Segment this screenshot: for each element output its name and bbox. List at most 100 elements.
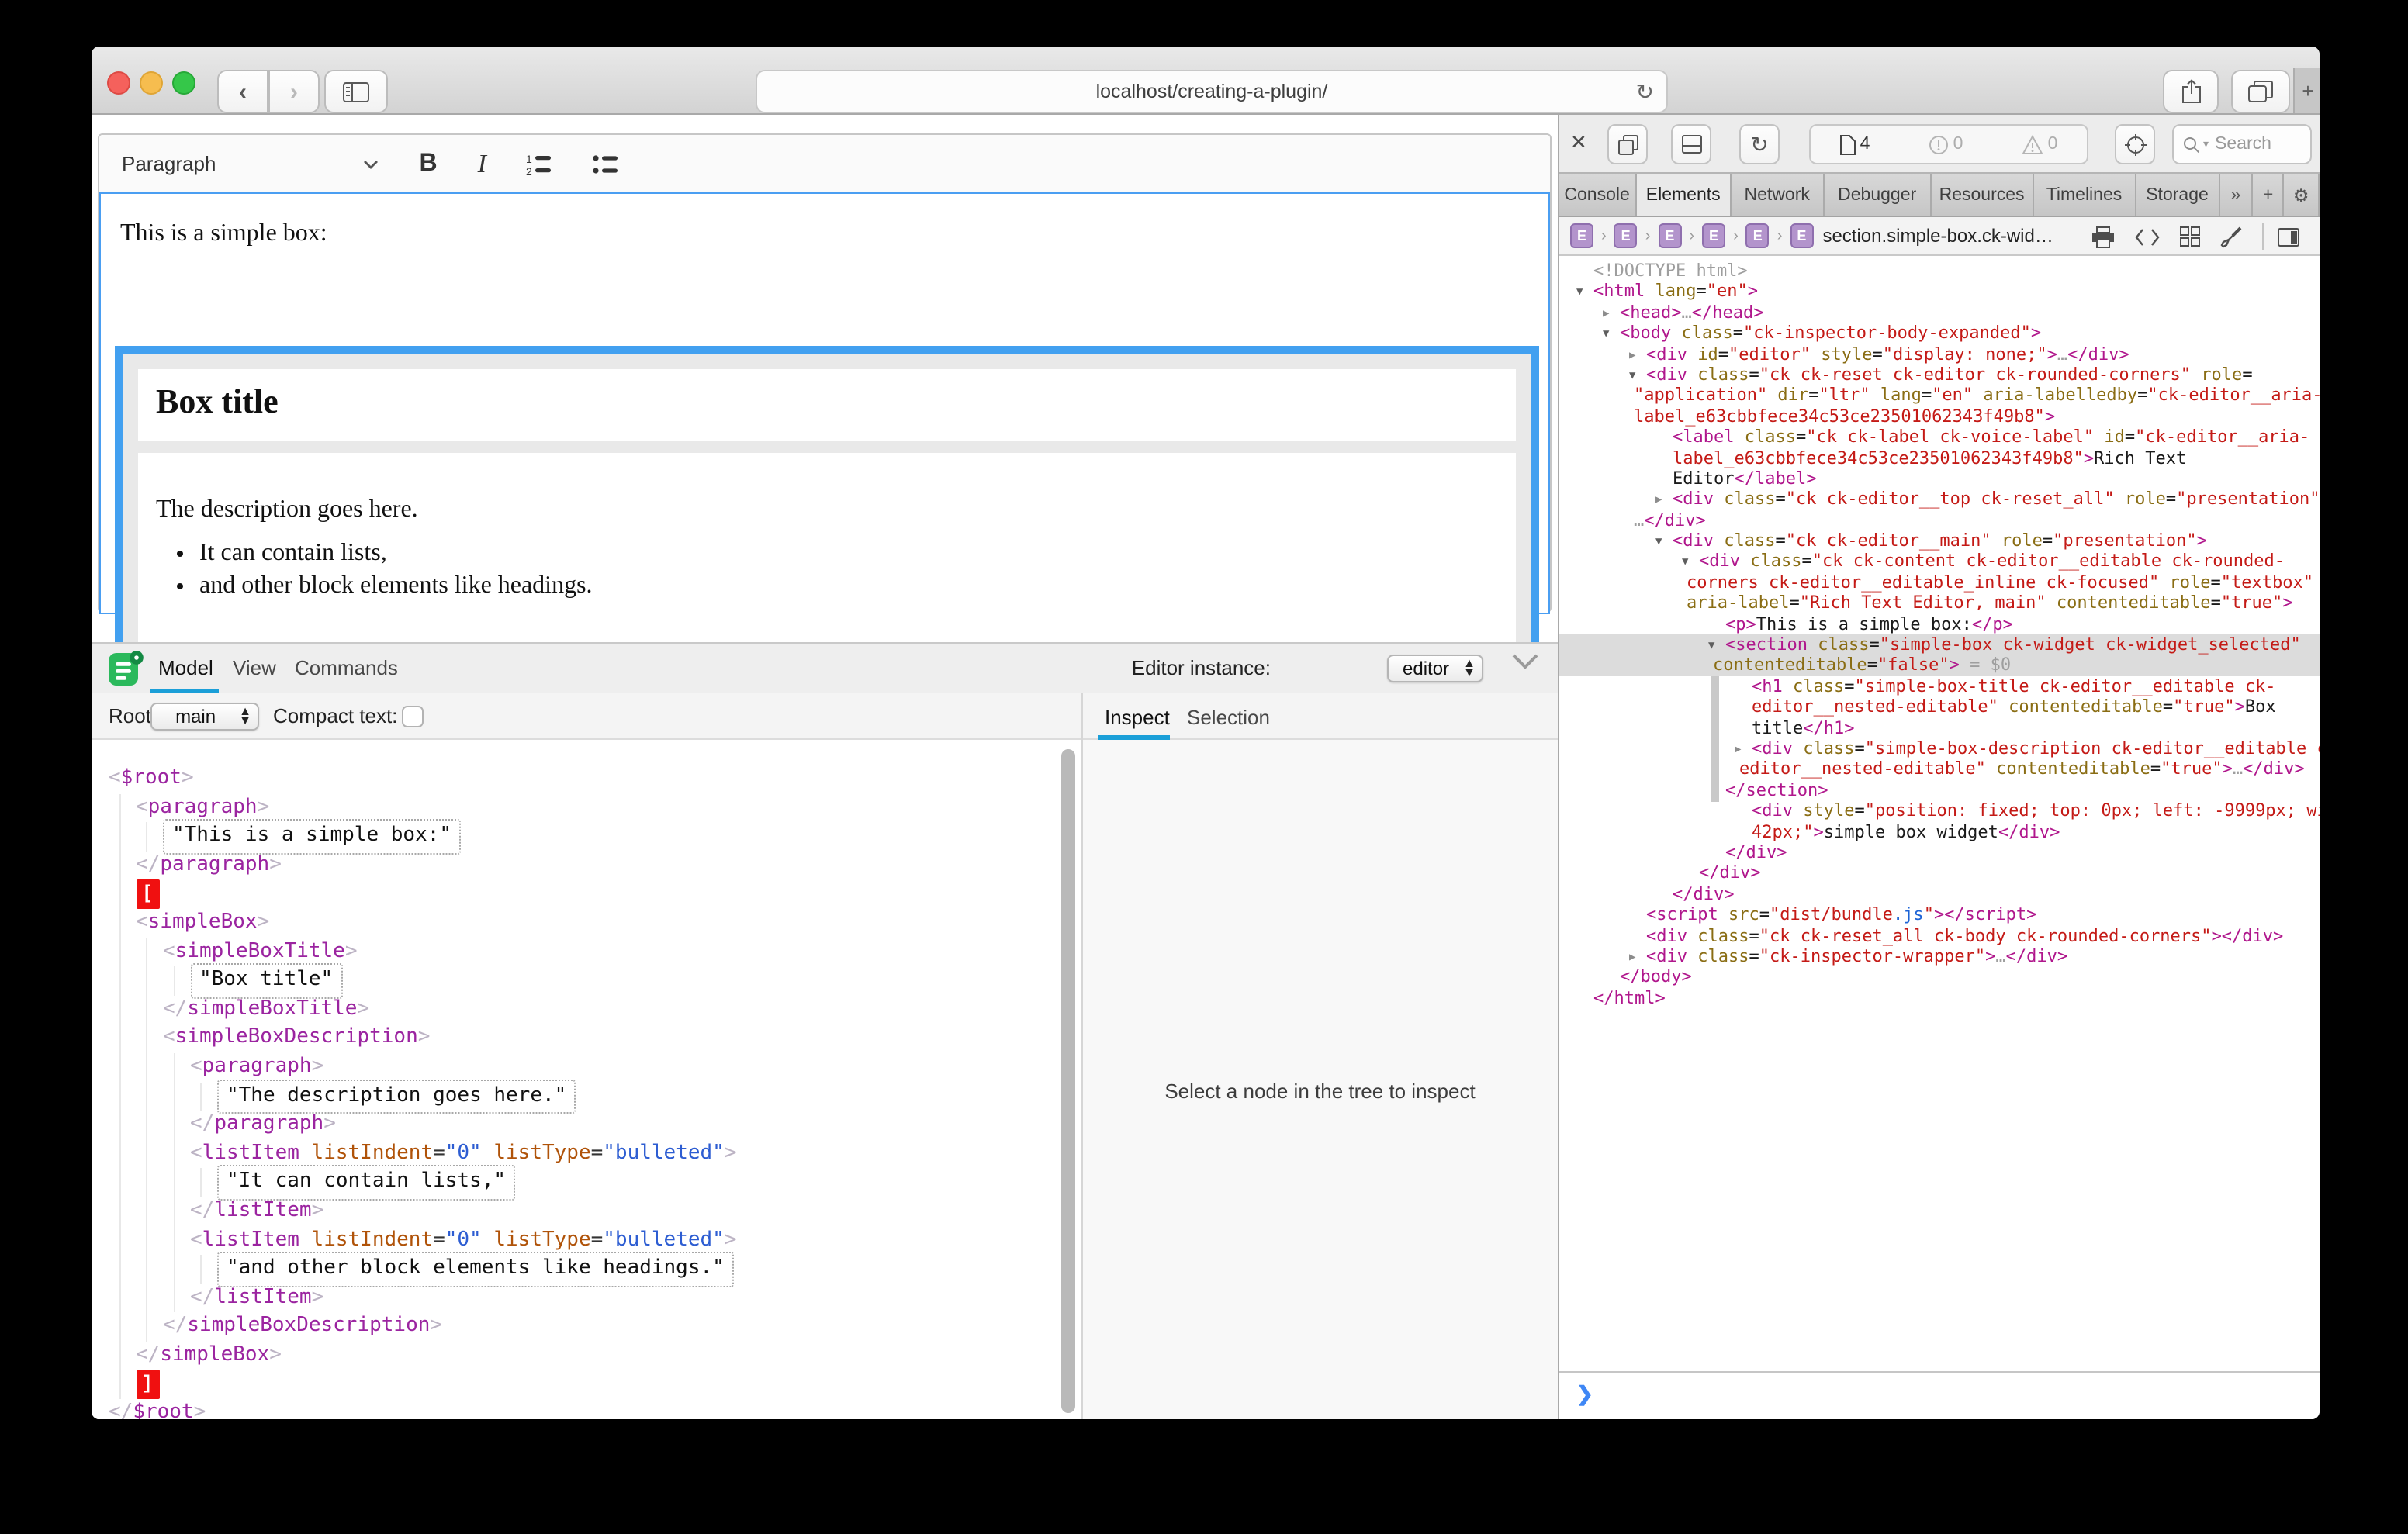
model-tree-scrollbar[interactable] <box>1060 749 1074 1413</box>
details-sidebar-toggle[interactable] <box>2278 227 2299 246</box>
styles-editor-button[interactable] <box>2220 226 2242 247</box>
disclosure-open-icon[interactable]: ▼ <box>1603 324 1609 345</box>
breadcrumb-element-badge[interactable]: E <box>1790 224 1813 248</box>
share-button[interactable] <box>2163 70 2219 113</box>
model-tree-row[interactable]: "This is a simple box:" <box>92 822 1057 851</box>
error-count-badge[interactable]: 0 <box>1929 134 1963 154</box>
close-window-button[interactable] <box>107 71 130 94</box>
dom-tree-row[interactable]: </div> <box>1559 863 2320 884</box>
devtools-tab-elements[interactable]: Elements <box>1636 174 1732 216</box>
model-tree-row[interactable]: </simpleBoxDescription> <box>92 1313 1057 1342</box>
devtools-tab-network[interactable]: Network <box>1732 174 1824 216</box>
compact-text-checkbox[interactable] <box>402 705 424 727</box>
disclosure-closed-icon[interactable]: ▶ <box>1656 491 1662 512</box>
dom-tree-row[interactable]: corners ck-editor__editable_inline ck-fo… <box>1559 572 2320 593</box>
model-tree-row[interactable]: <listItem listIndent="0" listType="bulle… <box>92 1139 1057 1168</box>
disclosure-open-icon[interactable]: ▼ <box>1656 532 1662 553</box>
print-styles-button[interactable] <box>2091 226 2115 247</box>
close-devtools-button[interactable]: ✕ <box>1570 130 1587 155</box>
model-tree-row[interactable]: "Box title" <box>92 966 1057 995</box>
dom-tree-row[interactable]: ▶<div class="ck ck-editor__top ck-reset_… <box>1559 489 2320 510</box>
model-tree-row[interactable]: </simpleBoxTitle> <box>92 996 1057 1024</box>
dom-tree-row[interactable]: </div> <box>1559 883 2320 904</box>
tab-view[interactable]: View <box>233 644 276 689</box>
dom-tree-row[interactable]: ▶<div class="simple-box-description ck-e… <box>1559 738 2320 759</box>
breadcrumb-element-badge[interactable]: E <box>1614 224 1638 248</box>
devtools-tab-timelines[interactable]: Timelines <box>2033 174 2136 216</box>
dom-tree-row[interactable]: ▶<div id="editor" style="display: none;"… <box>1559 344 2320 364</box>
dom-tree-row[interactable]: title</h1> <box>1559 717 2320 738</box>
simple-box-description-editable[interactable]: The description goes here. It can contai… <box>137 453 1515 648</box>
dom-tree-row[interactable]: 42px;">simple box widget</div> <box>1559 821 2320 842</box>
dom-tree-row[interactable]: editor__nested-editable" contenteditable… <box>1559 759 2320 780</box>
dom-tree-row[interactable]: <div class="ck ck-reset_all ck-body ck-r… <box>1559 925 2320 946</box>
model-tree-row[interactable]: <paragraph> <box>92 1053 1057 1082</box>
model-tree-row[interactable]: </paragraph> <box>92 852 1057 880</box>
page-resource-badge[interactable]: 4 <box>1840 134 1870 154</box>
dom-tree-row[interactable]: <div style="position: fixed; top: 0px; l… <box>1559 800 2320 821</box>
new-tab-devtools-button[interactable]: + <box>2254 174 2285 216</box>
model-text-node[interactable]: "The description goes here." <box>217 1079 576 1114</box>
sidebar-toggle-button[interactable] <box>324 70 388 113</box>
devtools-tab-storage[interactable]: Storage <box>2136 174 2219 216</box>
forward-button[interactable]: › <box>268 70 320 113</box>
description-paragraph[interactable]: The description goes here. <box>156 496 418 524</box>
model-tree-row[interactable]: <simpleBoxTitle> <box>92 938 1057 966</box>
dom-tree-row[interactable]: </html> <box>1559 987 2320 1008</box>
dom-tree-row[interactable]: </section> <box>1559 780 2320 801</box>
show-source-button[interactable] <box>2135 227 2160 246</box>
detach-devtools-button[interactable] <box>1607 124 1648 164</box>
dom-tree-row[interactable]: aria-label="Rich Text Editor, main" cont… <box>1559 593 2320 614</box>
breadcrumb-element-badge[interactable]: E <box>1702 224 1725 248</box>
dom-tree-row[interactable]: </div> <box>1559 842 2320 863</box>
dom-tree-row[interactable]: ▼<div class="ck ck-reset ck-editor ck-ro… <box>1559 364 2320 385</box>
console-prompt-icon[interactable]: ❯ <box>1576 1382 1593 1407</box>
model-tree-row[interactable]: </simpleBox> <box>92 1342 1057 1370</box>
tab-inspect[interactable]: Inspect <box>1105 695 1170 738</box>
tab-selection[interactable]: Selection <box>1187 695 1270 738</box>
disclosure-open-icon[interactable]: ▼ <box>1708 636 1714 657</box>
tab-model[interactable]: Model <box>158 644 213 689</box>
description-list[interactable]: It can contain lists, and other block ele… <box>159 540 593 605</box>
reload-icon[interactable]: ↻ <box>1636 79 1654 105</box>
settings-button[interactable]: ⚙ <box>2284 174 2320 216</box>
dom-tree-row[interactable]: <script src="dist/bundle.js"></script> <box>1559 904 2320 925</box>
simple-box-widget[interactable]: Box title The description goes here. It … <box>114 346 1538 670</box>
dom-tree-row[interactable]: contenteditable="false"> = $0 <box>1559 655 2320 676</box>
dom-tree-row[interactable]: label_e63cbbfece34c53ce23501062343f49b8"… <box>1559 447 2320 468</box>
model-tree-row[interactable]: <listItem listIndent="0" listType="bulle… <box>92 1226 1057 1255</box>
list-item[interactable]: It can contain lists, <box>199 540 593 568</box>
list-item[interactable]: and other block elements like headings. <box>199 572 593 600</box>
devtools-tab-console[interactable]: Console <box>1559 174 1636 216</box>
dom-tree-row[interactable]: </body> <box>1559 967 2320 988</box>
disclosure-closed-icon[interactable]: ▶ <box>1629 345 1635 366</box>
dom-tree-row[interactable]: ▼<div class="ck ck-editor__main" role="p… <box>1559 530 2320 551</box>
model-tree-row[interactable]: <paragraph> <box>92 793 1057 822</box>
bulleted-list-button[interactable] <box>593 153 620 174</box>
model-tree-row[interactable]: "and other block elements like headings.… <box>92 1255 1057 1284</box>
element-picker-button[interactable] <box>2115 124 2155 164</box>
warning-count-badge[interactable]: 0 <box>2022 134 2058 154</box>
editor-instance-select[interactable]: editor ▲▼ <box>1387 655 1483 682</box>
collapse-inspector-button[interactable] <box>1511 653 1539 670</box>
model-text-node[interactable]: "and other block elements like headings.… <box>217 1252 734 1287</box>
box-title-heading[interactable]: Box title <box>156 382 279 422</box>
model-tree-row[interactable]: "It can contain lists," <box>92 1169 1057 1197</box>
model-text-node[interactable]: "This is a simple box:" <box>163 819 461 854</box>
dom-tree-row[interactable]: <h1 class="simple-box-title ck-editor__e… <box>1559 676 2320 697</box>
disclosure-open-icon[interactable]: ▼ <box>1629 366 1635 387</box>
bold-button[interactable]: B <box>419 150 437 178</box>
simple-box-title-editable[interactable]: Box title <box>137 369 1515 441</box>
minimize-window-button[interactable] <box>140 71 163 94</box>
root-select[interactable]: main ▲▼ <box>150 703 259 731</box>
resource-status-group[interactable]: 4 0 0 <box>1809 124 2088 164</box>
model-tree-row[interactable]: </listItem> <box>92 1284 1057 1312</box>
breadcrumb-element-badge[interactable]: E <box>1658 224 1681 248</box>
dom-tree-row[interactable]: ▼<div class="ck ck-content ck-editor__ed… <box>1559 551 2320 572</box>
dom-tree-row[interactable]: "application" dir="ltr" lang="en" aria-l… <box>1559 385 2320 406</box>
reload-page-button[interactable]: ↻ <box>1739 124 1780 164</box>
tab-commands[interactable]: Commands <box>295 644 398 689</box>
dom-tree-row[interactable]: …</div> <box>1559 510 2320 530</box>
devtools-search-field[interactable]: ▾ Search <box>2172 124 2312 164</box>
dom-tree-row[interactable]: Editor</label> <box>1559 468 2320 489</box>
